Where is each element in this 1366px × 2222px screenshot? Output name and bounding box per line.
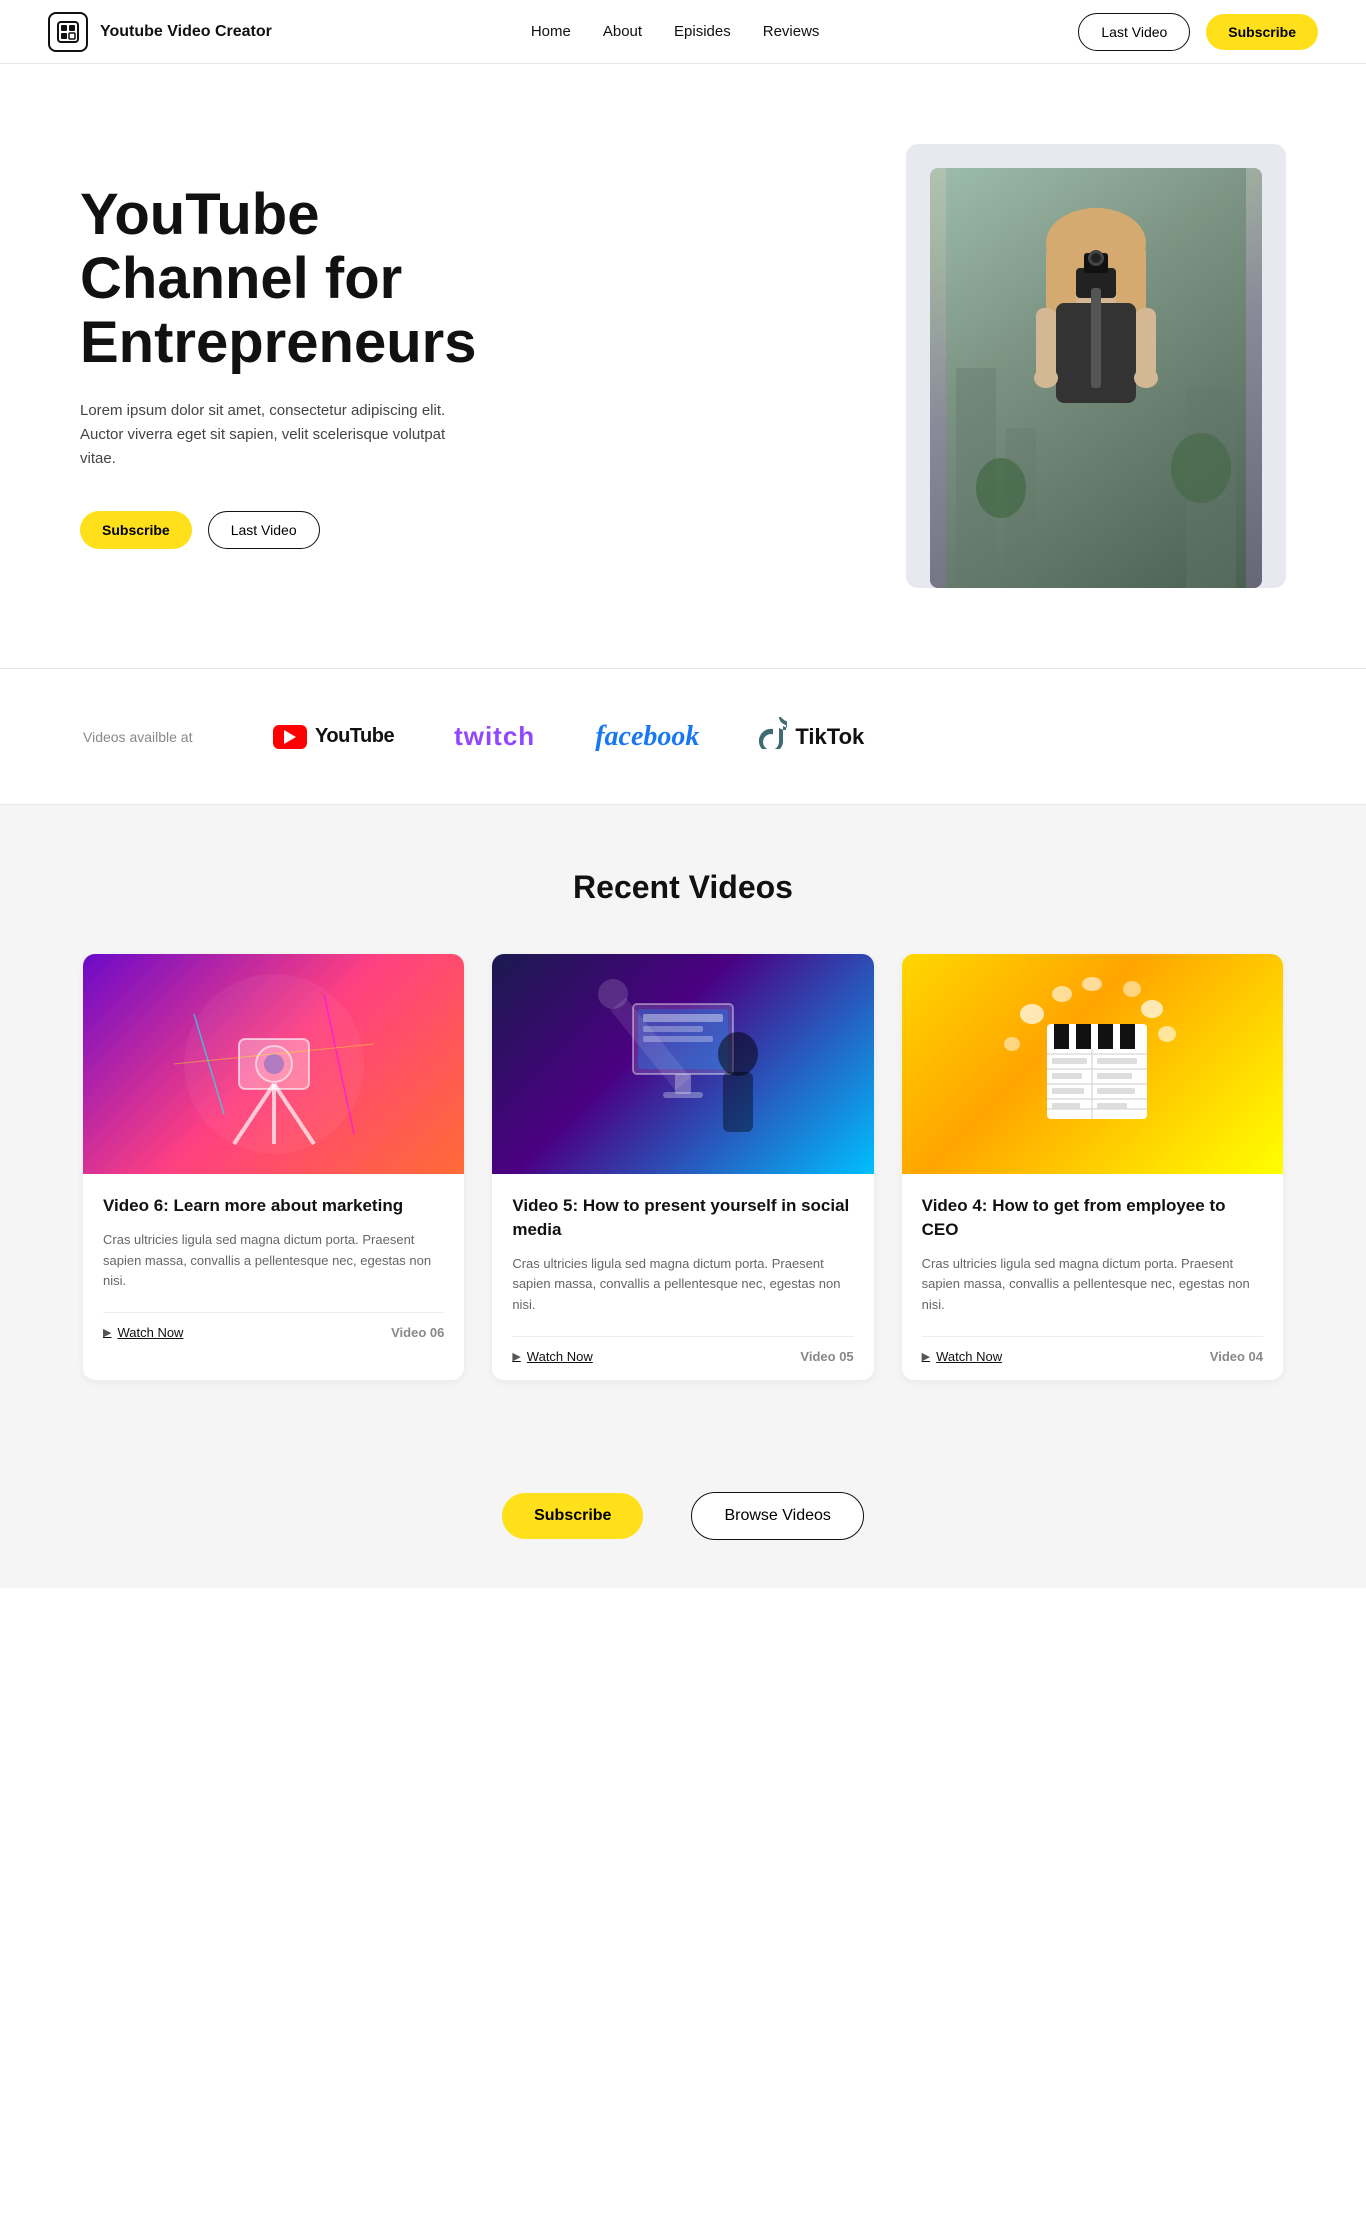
hero-content: YouTube Channel for Entrepreneurs Lorem … (80, 183, 540, 548)
video-5-title: Video 5: How to present yourself in soci… (512, 1194, 853, 1242)
site-logo[interactable]: Youtube Video Creator (48, 12, 272, 52)
video-6-title: Video 6: Learn more about marketing (103, 1194, 444, 1218)
nav-about[interactable]: About (603, 23, 642, 40)
video-card-6: Video 6: Learn more about marketing Cras… (83, 954, 464, 1380)
video-card-5-body: Video 5: How to present yourself in soci… (492, 1174, 873, 1380)
logo-icon (48, 12, 88, 52)
tiktok-label: TikTok (795, 724, 864, 750)
play-icon-4: ▶ (922, 1350, 930, 1363)
video-4-watch-link[interactable]: ▶ Watch Now (922, 1349, 1002, 1364)
video-6-watch-label: Watch Now (117, 1325, 183, 1340)
hero-image (930, 168, 1262, 588)
youtube-icon (273, 725, 307, 749)
video-4-number: Video 04 (1210, 1349, 1263, 1364)
hero-subscribe-button[interactable]: Subscribe (80, 511, 192, 549)
platform-logos: YouTube twitch facebook TikTok (273, 717, 864, 756)
video-grid: Video 6: Learn more about marketing Cras… (83, 954, 1283, 1380)
youtube-label: YouTube (315, 725, 394, 748)
video-5-watch-link[interactable]: ▶ Watch Now (512, 1349, 592, 1364)
video-5-watch-label: Watch Now (527, 1349, 593, 1364)
nav-links: Home About Episides Reviews (531, 23, 820, 40)
platforms-section: Videos availble at YouTube twitch facebo… (0, 668, 1366, 805)
nav-last-video-button[interactable]: Last Video (1078, 13, 1190, 51)
video-4-footer: ▶ Watch Now Video 04 (922, 1336, 1263, 1364)
nav-episodes[interactable]: Episides (674, 23, 731, 40)
recent-videos-title: Recent Videos (80, 869, 1286, 906)
twitch-label: twitch (454, 721, 535, 751)
nav-home[interactable]: Home (531, 23, 571, 40)
video-card-4: Video 4: How to get from employee to CEO… (902, 954, 1283, 1380)
navbar: Youtube Video Creator Home About Episide… (0, 0, 1366, 64)
recent-videos-section: Recent Videos (0, 805, 1366, 1460)
youtube-logo[interactable]: YouTube (273, 725, 394, 749)
hero-buttons: Subscribe Last Video (80, 511, 540, 549)
hero-title: YouTube Channel for Entrepreneurs (80, 183, 540, 374)
youtube-play-icon (284, 730, 296, 744)
platforms-label: Videos availble at (83, 729, 213, 745)
thumb-inner-5 (492, 954, 873, 1174)
hero-image-wrapper (906, 144, 1286, 588)
video-card-5: Video 5: How to present yourself in soci… (492, 954, 873, 1380)
twitch-logo[interactable]: twitch (454, 721, 535, 752)
video-6-watch-link[interactable]: ▶ Watch Now (103, 1325, 183, 1340)
platforms-inner: Videos availble at YouTube twitch facebo… (83, 717, 1283, 756)
hero-section: YouTube Channel for Entrepreneurs Lorem … (0, 64, 1366, 668)
nav-reviews[interactable]: Reviews (763, 23, 820, 40)
nav-subscribe-button[interactable]: Subscribe (1206, 14, 1318, 50)
play-icon-5: ▶ (512, 1350, 520, 1363)
video-card-4-body: Video 4: How to get from employee to CEO… (902, 1174, 1283, 1380)
tiktok-icon (759, 717, 787, 756)
bottom-cta-section: Subscribe Browse Videos (0, 1460, 1366, 1588)
video-6-description: Cras ultricies ligula sed magna dictum p… (103, 1230, 444, 1292)
hero-image-area (540, 144, 1286, 588)
video-4-watch-label: Watch Now (936, 1349, 1002, 1364)
logo-text: Youtube Video Creator (100, 23, 272, 41)
video-thumbnail-6 (83, 954, 464, 1174)
bottom-browse-button[interactable]: Browse Videos (691, 1492, 863, 1540)
video-5-description: Cras ultricies ligula sed magna dictum p… (512, 1254, 853, 1316)
hero-illustration (946, 168, 1246, 588)
hero-last-video-button[interactable]: Last Video (208, 511, 320, 549)
video-6-number: Video 06 (391, 1325, 444, 1340)
facebook-label: facebook (595, 721, 699, 752)
video-thumbnail-5 (492, 954, 873, 1174)
hero-description: Lorem ipsum dolor sit amet, consectetur … (80, 399, 460, 471)
video-4-title: Video 4: How to get from employee to CEO (922, 1194, 1263, 1242)
hero-photo-placeholder (930, 168, 1262, 588)
video-4-description: Cras ultricies ligula sed magna dictum p… (922, 1254, 1263, 1316)
video-card-6-body: Video 6: Learn more about marketing Cras… (83, 1174, 464, 1356)
tiktok-logo[interactable]: TikTok (759, 717, 864, 756)
thumb-inner-6 (83, 954, 464, 1174)
nav-actions: Last Video Subscribe (1078, 13, 1318, 51)
bottom-subscribe-button[interactable]: Subscribe (502, 1493, 643, 1539)
thumb-inner-4 (902, 954, 1283, 1174)
video-6-footer: ▶ Watch Now Video 06 (103, 1312, 444, 1340)
video-5-number: Video 05 (800, 1349, 853, 1364)
facebook-logo[interactable]: facebook (595, 721, 699, 753)
play-icon-6: ▶ (103, 1326, 111, 1339)
video-thumbnail-4 (902, 954, 1283, 1174)
video-5-footer: ▶ Watch Now Video 05 (512, 1336, 853, 1364)
